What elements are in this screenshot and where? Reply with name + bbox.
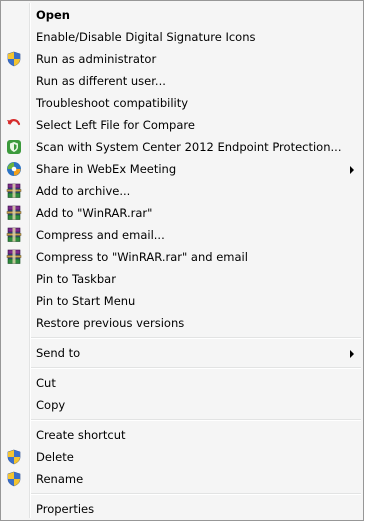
menu-item-label: Compress and email... [36,228,165,242]
menu-item-label: Run as administrator [36,52,157,66]
menu-item-label: Select Left File for Compare [36,118,195,132]
menu-item-label: Copy [36,398,66,412]
menu-item-scan-with-system-center-2012-endpoint-protection[interactable]: Scan with System Center 2012 Endpoint Pr… [1,136,363,158]
menu-separator [1,416,363,424]
menu-item-label: Open [36,8,70,22]
menu-item-rename[interactable]: Rename [1,468,363,490]
webex-icon [6,161,22,177]
menu-item-cut[interactable]: Cut [1,372,363,394]
menu-item-run-as-different-user[interactable]: Run as different user... [1,70,363,92]
menu-item-troubleshoot-compatibility[interactable]: Troubleshoot compatibility [1,92,363,114]
menu-item-select-left-file-for-compare[interactable]: Select Left File for Compare [1,114,363,136]
menu-item-label: Share in WebEx Meeting [36,162,177,176]
menu-item-label: Create shortcut [36,428,126,442]
menu-item-run-as-administrator[interactable]: Run as administrator [1,48,363,70]
menu-item-compress-and-email[interactable]: Compress and email... [1,224,363,246]
menu-item-label: Pin to Start Menu [36,294,136,308]
winrar-icon [6,205,22,221]
menu-item-label: Scan with System Center 2012 Endpoint Pr… [36,140,342,154]
menu-item-send-to[interactable]: Send to [1,342,363,364]
menu-item-label: Run as different user... [36,74,166,88]
winrar-icon [6,183,22,199]
menu-item-label: Send to [36,346,81,360]
menu-item-add-to-winrar-rar[interactable]: Add to "WinRAR.rar" [1,202,363,224]
menu-item-label: Add to archive... [36,184,131,198]
menu-item-add-to-archive[interactable]: Add to archive... [1,180,363,202]
menu-separator [1,490,363,498]
submenu-arrow-icon [350,166,354,174]
menu-item-label: Troubleshoot compatibility [36,96,189,110]
menu-item-delete[interactable]: Delete [1,446,363,468]
menu-item-enable-disable-digital-signature-icons[interactable]: Enable/Disable Digital Signature Icons [1,26,363,48]
context-menu: Open Enable/Disable Digital Signature Ico… [0,0,364,521]
menu-separator [1,364,363,372]
compare-arrow-icon [6,117,22,133]
submenu-arrow-icon [350,350,354,358]
menu-item-compress-to-winrar-rar-and-email[interactable]: Compress to "WinRAR.rar" and email [1,246,363,268]
menu-item-restore-previous-versions[interactable]: Restore previous versions [1,312,363,334]
uac-shield-icon [6,471,22,487]
menu-item-label: Cut [36,376,56,390]
menu-item-pin-to-start-menu[interactable]: Pin to Start Menu [1,290,363,312]
menu-item-label: Add to "WinRAR.rar" [36,206,153,220]
menu-item-label: Delete [36,450,74,464]
menu-item-label: Enable/Disable Digital Signature Icons [36,30,256,44]
winrar-icon [6,227,22,243]
winrar-icon [6,249,22,265]
menu-item-create-shortcut[interactable]: Create shortcut [1,424,363,446]
menu-item-pin-to-taskbar[interactable]: Pin to Taskbar [1,268,363,290]
menu-item-label: Restore previous versions [36,316,185,330]
menu-item-share-in-webex-meeting[interactable]: Share in WebEx Meeting [1,158,363,180]
endpoint-protection-icon [6,139,22,155]
menu-item-label: Rename [36,472,84,486]
menu-item-copy[interactable]: Copy [1,394,363,416]
uac-shield-icon [6,449,22,465]
menu-item-label: Properties [36,502,95,516]
menu-item-properties[interactable]: Properties [1,498,363,520]
menu-item-label: Pin to Taskbar [36,272,116,286]
uac-shield-icon [6,51,22,67]
menu-item-label: Compress to "WinRAR.rar" and email [36,250,248,264]
menu-separator [1,334,363,342]
menu-item-open[interactable]: Open [1,4,363,26]
